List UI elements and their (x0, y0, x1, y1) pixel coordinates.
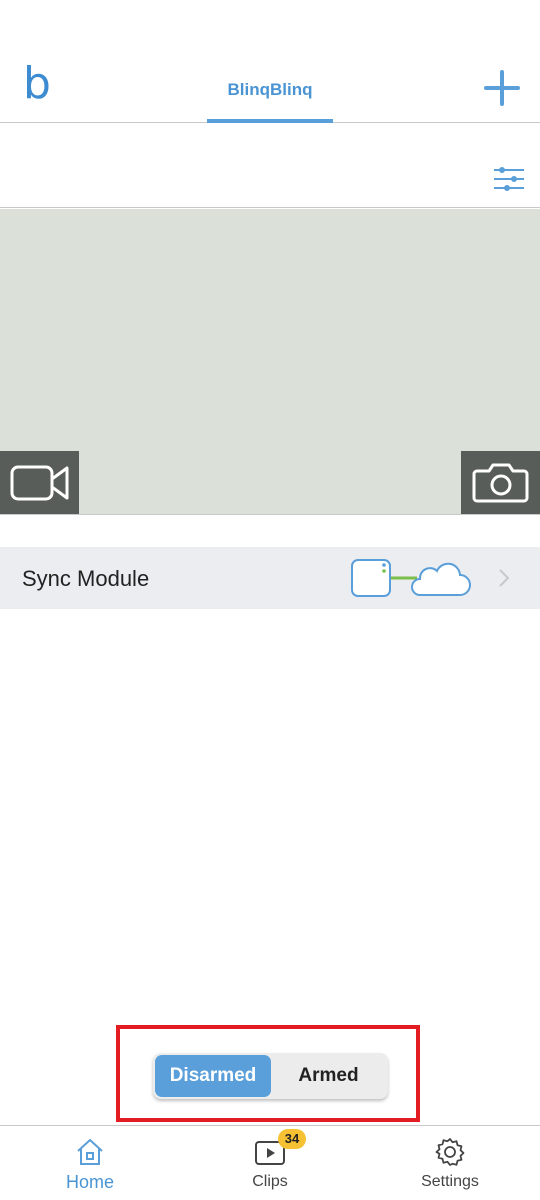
arm-toggle[interactable]: Disarmed Armed (153, 1053, 388, 1099)
nav-home-label: Home (65, 1172, 114, 1192)
filter-button[interactable] (492, 166, 526, 194)
sliders-icon (494, 167, 524, 191)
live-view-button[interactable] (0, 451, 79, 514)
camera-icon (472, 463, 529, 503)
app-header: b BlinqBlinq (0, 0, 540, 123)
camera-thumbnail[interactable] (0, 209, 540, 514)
armed-option[interactable]: Armed (271, 1055, 386, 1097)
clips-badge: 34 (278, 1129, 306, 1149)
filter-row (0, 124, 540, 208)
home-icon (77, 1139, 103, 1165)
add-button[interactable] (484, 70, 520, 106)
tab-system-label: BlinqBlinq (227, 80, 313, 99)
divider (0, 514, 540, 515)
tab-underline (207, 119, 333, 123)
nav-home[interactable]: Home (0, 1126, 180, 1200)
video-camera-icon (10, 465, 69, 501)
disarmed-option[interactable]: Disarmed (155, 1055, 271, 1097)
app-logo: b (23, 58, 51, 109)
nav-settings-label: Settings (421, 1173, 479, 1190)
nav-clips[interactable]: 34 Clips (180, 1126, 360, 1200)
gear-icon (435, 1138, 465, 1166)
sync-module-label: Sync Module (22, 566, 150, 591)
bottom-nav: Home 34 Clips Settings (0, 1125, 540, 1200)
nav-settings[interactable]: Settings (360, 1126, 540, 1200)
module-cloud-connected-icon (351, 559, 471, 597)
snapshot-button[interactable] (461, 451, 540, 514)
chevron-right-icon (499, 569, 510, 587)
nav-clips-label: Clips (252, 1173, 288, 1190)
tab-system[interactable]: BlinqBlinq (207, 60, 333, 123)
plus-icon (484, 70, 520, 106)
sync-module-row[interactable]: Sync Module (0, 547, 540, 609)
